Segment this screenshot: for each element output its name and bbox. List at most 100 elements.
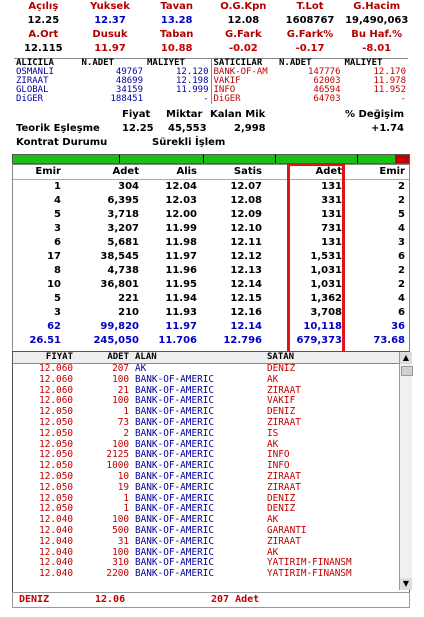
depth-emir-buy: 4 <box>54 195 61 206</box>
teorik-degisim: +1.74 <box>370 123 404 134</box>
depth-row[interactable]: 5 3,718 12.00 12.09 131 5 <box>13 208 409 222</box>
avg-emir-sell: 73.68 <box>373 335 405 346</box>
depth-alis: 11.97 <box>165 251 197 262</box>
total-satis: 12.14 <box>230 321 262 332</box>
depth-emir-buy: 17 <box>47 251 61 262</box>
trade-buyer: BANK-OF-AMERIC <box>135 568 215 580</box>
depth-row[interactable]: 3 3,207 11.99 12.10 731 4 <box>13 222 409 236</box>
depth-adet-buy: 3,718 <box>107 209 139 220</box>
depth-row[interactable]: 3 210 11.93 12.16 3,708 6 <box>13 306 409 320</box>
trades-scrollbar[interactable]: ▲ ▼ <box>399 352 413 590</box>
last-trade-qty: 207 Adet <box>211 594 260 605</box>
depth-emir-sell: 2 <box>398 195 405 206</box>
depth-satis: 12.11 <box>230 237 262 248</box>
depth-satis: 12.09 <box>230 209 262 220</box>
depth-alis: 11.96 <box>165 265 197 276</box>
depth-alis: 12.00 <box>165 209 197 220</box>
trade-seller: YATIRIM-FINANSM <box>267 568 352 580</box>
teorik-row: Teorik Eşleşme 12.25 45,553 2,998 +1.74 <box>14 122 408 136</box>
trade-buyer: BANK-OF-AMERIC <box>135 373 215 385</box>
trade-price: 12.050 <box>39 481 73 493</box>
depth-average-row: 26.51 245,050 11.706 12.796 679,373 73.6… <box>13 334 409 348</box>
summary-values-row-1: 12.25 12.37 13.28 12.08 1608767 19,490,0… <box>10 14 410 28</box>
trades-head-fiyat: FIYAT <box>45 352 73 362</box>
label-dusuk: Dusuk <box>92 29 128 40</box>
depth-alis: 12.04 <box>165 181 197 192</box>
depth-row[interactable]: 8 4,738 11.96 12.13 1,031 2 <box>13 264 409 278</box>
depth-emir-buy: 6 <box>54 237 61 248</box>
depth-adet-buy: 38,545 <box>100 251 139 262</box>
value-a-ort: 12.115 <box>24 43 63 54</box>
kontrat-label: Kontrat Durumu <box>16 137 108 148</box>
trades-head-satan: SATAN <box>267 352 295 362</box>
depth-head-alis: Alis <box>176 166 197 177</box>
head-degisim: % Değişim <box>345 109 404 120</box>
broker-seller: DiGER <box>210 95 278 104</box>
scroll-thumb[interactable] <box>401 366 413 376</box>
bar-tick <box>203 155 204 163</box>
depth-adet-buy: 304 <box>118 181 139 192</box>
market-depth-table: Emir Adet Alis Satis Adet Emir 1 304 12.04… <box>12 164 410 352</box>
last-trade-price: 12.06 <box>95 594 126 605</box>
depth-emir-sell: 2 <box>398 181 405 192</box>
value-taban: 10.88 <box>160 43 193 54</box>
depth-satis: 12.08 <box>230 195 262 206</box>
label-acilis: Açılış <box>28 1 59 12</box>
last-trade-status-bar: DENIZ 12.06 207 Adet <box>12 592 410 608</box>
trade-row[interactable]: 12.050 2 BANK-OF-AMERIC IS <box>13 427 409 440</box>
trades-rows: 12.060 207 AK DENIZ 12.060 100 BANK-OF-AMERIC A… <box>13 363 409 580</box>
depth-emir-buy: 3 <box>54 307 61 318</box>
depth-emir-sell: 3 <box>398 237 405 248</box>
depth-emir-sell: 6 <box>398 251 405 262</box>
trade-seller: ZIRAAT <box>267 416 301 428</box>
broker-row: GLOBAL 34159 11.999 INFO 46594 11.952 <box>14 86 408 95</box>
scroll-up-arrow-icon[interactable]: ▲ <box>400 352 412 364</box>
depth-row[interactable]: 6 5,681 11.98 12.11 131 3 <box>13 236 409 250</box>
broker-buyer: DiGER <box>16 94 44 104</box>
depth-satis: 12.14 <box>230 279 262 290</box>
depth-adet-buy: 221 <box>118 293 139 304</box>
depth-adet-buy: 36,801 <box>100 279 139 290</box>
value-tavan: 13.28 <box>160 15 193 26</box>
depth-alis: 11.93 <box>165 307 197 318</box>
depth-emir-sell: 6 <box>398 307 405 318</box>
depth-emir-buy: 5 <box>54 293 61 304</box>
label-g-fark: G.Fark <box>225 29 262 40</box>
depth-emir-sell: 4 <box>398 293 405 304</box>
summary-values-row-2: 12.115 11.97 10.88 -0.02 -0.17 -8.01 <box>10 42 410 56</box>
trade-qty: 2 <box>123 427 129 439</box>
depth-row[interactable]: 10 36,801 11.95 12.14 1,031 2 <box>13 278 409 292</box>
trade-seller: DENIZ <box>267 363 296 374</box>
value-g-fark: -0.02 <box>228 43 258 54</box>
depth-row[interactable]: 5 221 11.94 12.15 1,362 4 <box>13 292 409 306</box>
total-adet-buy: 99,820 <box>100 321 139 332</box>
teorik-label: Teorik Eşleşme <box>16 123 100 134</box>
scroll-down-arrow-icon[interactable]: ▼ <box>400 578 412 590</box>
label-tavan: Tavan <box>160 1 194 12</box>
depth-satis: 12.13 <box>230 265 262 276</box>
broker-seller-cost: - <box>400 94 406 104</box>
trade-row[interactable]: 12.060 100 BANK-OF-AMERIC AK <box>13 373 409 386</box>
depth-row[interactable]: 17 38,545 11.97 12.12 1,531 6 <box>13 250 409 264</box>
trade-price: 12.060 <box>39 373 73 385</box>
value-g-hacim: 19,490,063 <box>345 15 409 26</box>
head-miktar: Miktar <box>166 109 203 120</box>
trades-head-alan: ALAN <box>135 352 157 362</box>
label-g-fark-pct: G.Fark% <box>286 29 334 40</box>
depth-row[interactable]: 4 6,395 12.03 12.08 331 2 <box>13 194 409 208</box>
depth-emir-sell: 2 <box>398 265 405 276</box>
depth-row[interactable]: 1 304 12.04 12.07 131 2 <box>13 180 409 194</box>
trades-list[interactable]: FIYAT ADET ALAN SATAN 12.060 207 AK DENIZ 12… <box>12 351 410 593</box>
trade-row[interactable]: 12.040 31 BANK-OF-AMERIC ZIRAAT <box>13 535 409 548</box>
total-alis: 11.97 <box>165 321 197 332</box>
summary-header-row-1: Açılış Yuksek Tavan O.G.Kpn T.Lot G.Haci… <box>10 0 410 14</box>
trade-row[interactable]: 12.050 19 BANK-OF-AMERIC ZIRAAT <box>13 481 409 494</box>
trade-qty: 31 <box>117 535 129 547</box>
total-emir-buy: 62 <box>47 321 61 332</box>
label-g-hacim: G.Hacim <box>353 1 401 12</box>
trade-row[interactable]: 12.040 2200 BANK-OF-AMERIC YATIRIM-FINANSM <box>13 568 409 580</box>
avg-satis: 12.796 <box>223 335 262 346</box>
depth-head-satis: Satis <box>233 166 262 177</box>
trade-seller: AK <box>267 373 279 385</box>
trade-seller: IS <box>267 427 279 439</box>
